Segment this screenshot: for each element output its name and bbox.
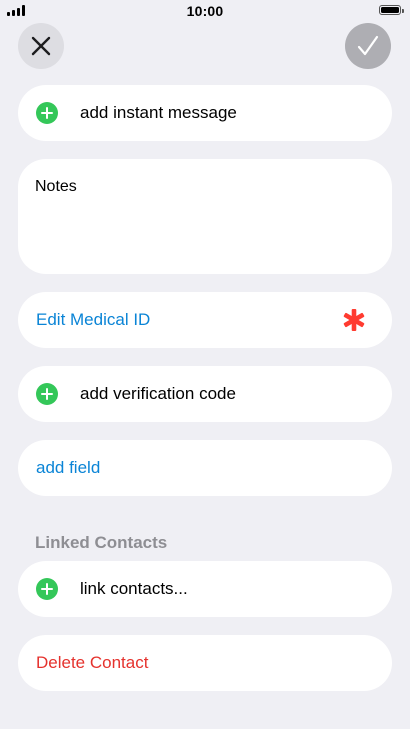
link-contacts-label: link contacts... [80,579,188,598]
add-instant-message-label: add instant message [80,103,237,122]
delete-contact-button[interactable]: Delete Contact [18,635,392,691]
link-contacts-row[interactable]: link contacts... [18,561,392,617]
checkmark-icon [357,35,379,56]
close-button[interactable] [18,23,64,69]
status-bar: 10:00 [0,0,410,22]
close-icon [31,36,51,56]
notes-label: Notes [35,178,77,195]
add-field-label: add field [36,458,101,477]
done-button[interactable] [345,23,391,69]
status-time: 10:00 [186,3,224,19]
add-verification-code-label: add verification code [80,384,236,403]
linked-contacts-header: Linked Contacts [35,533,168,552]
add-icon [36,102,58,124]
add-icon [36,383,58,405]
add-verification-code-row[interactable]: add verification code [18,366,392,422]
edit-medical-id-label: Edit Medical ID [36,310,151,329]
add-icon [36,578,58,600]
notes-field[interactable]: Notes [18,159,392,274]
medical-star-icon [343,309,365,331]
edit-medical-id-button[interactable]: Edit Medical ID [18,292,392,348]
battery-icon [379,5,404,15]
add-field-button[interactable]: add field [18,440,392,496]
delete-contact-label: Delete Contact [36,653,149,672]
add-instant-message-row[interactable]: add instant message [18,85,392,141]
